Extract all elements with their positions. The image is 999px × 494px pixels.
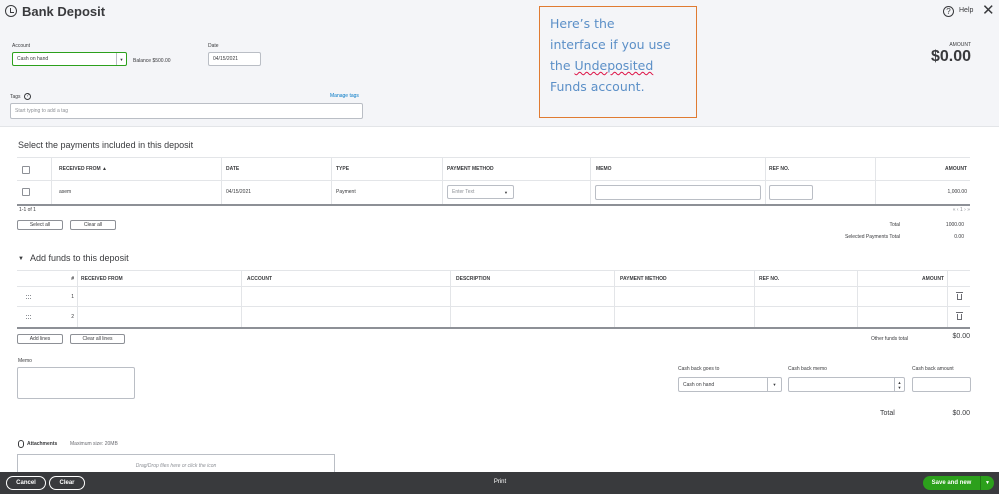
date-field[interactable]: 04/15/2021 — [208, 52, 261, 66]
col-account: ACCOUNT — [247, 276, 272, 282]
drag-handle-icon[interactable] — [26, 315, 31, 319]
cancel-button[interactable]: Cancel — [6, 476, 46, 490]
bottom-total-label: Total — [880, 410, 895, 417]
account-label: Account — [12, 43, 31, 49]
payments-section-title: Select the payments included in this dep… — [18, 140, 194, 150]
manage-tags-link[interactable]: Manage tags — [330, 93, 359, 99]
col-funds-ref-no: REF NO. — [759, 276, 780, 282]
save-and-new-button[interactable]: Save and new — [923, 476, 980, 490]
drag-handle-icon[interactable] — [26, 295, 31, 299]
col-num: # — [71, 276, 74, 282]
col-type: TYPE — [336, 166, 350, 172]
col-ref-no: REF NO. — [769, 166, 790, 172]
selected-total-label: Selected Payments Total — [845, 234, 900, 240]
clear-all-button[interactable]: Clear all — [70, 220, 116, 230]
row-amount: 1,000.00 — [947, 189, 967, 195]
memo-textarea[interactable] — [17, 367, 135, 399]
cash-back-memo-label: Cash back memo — [788, 366, 827, 372]
cash-back-amount-input[interactable] — [912, 377, 971, 392]
chevron-down-icon[interactable]: ▼ — [116, 53, 126, 65]
range-text: 1-1 of 1 — [19, 207, 36, 213]
trash-icon[interactable] — [956, 292, 963, 300]
col-amount: AMOUNT — [945, 166, 967, 172]
ref-no-input[interactable] — [769, 185, 813, 200]
chevron-down-icon[interactable]: ▼ — [767, 378, 781, 391]
tags-input[interactable]: Start typing to add a tag — [10, 103, 363, 119]
note-line-3: the Undeposited — [550, 55, 686, 76]
annotation-note: Here’s the interface if you use the Unde… — [539, 6, 697, 118]
close-icon[interactable]: ✕ — [982, 3, 995, 18]
tags-placeholder: Start typing to add a tag — [15, 108, 69, 114]
clear-all-lines-button[interactable]: Clear all lines — [70, 334, 125, 344]
trash-icon[interactable] — [956, 312, 963, 320]
col-funds-received-from: RECEIVED FROM — [81, 276, 123, 282]
info-icon[interactable]: ? — [24, 93, 31, 100]
row-checkbox[interactable] — [22, 188, 30, 196]
help-icon[interactable]: ? — [943, 6, 954, 17]
received-from-link[interactable]: asem — [59, 189, 71, 195]
stepper-icon[interactable]: ▲ ▼ — [894, 378, 904, 391]
col-funds-payment-method: PAYMENT METHOD — [620, 276, 667, 282]
note-line-4: Funds account. — [550, 79, 645, 94]
paperclip-icon — [18, 440, 24, 448]
amount-value: $0.00 — [930, 48, 971, 65]
memo-input[interactable] — [595, 185, 761, 200]
print-button[interactable]: Print — [480, 479, 520, 485]
date-value: 04/15/2021 — [213, 56, 239, 62]
balance-text: Balance $500.00 — [133, 58, 171, 64]
memo-label: Memo — [18, 358, 32, 364]
row-date: 04/15/2021 — [226, 189, 252, 195]
note-line-3-pre: the — [550, 58, 575, 73]
clear-button[interactable]: Clear — [49, 476, 85, 490]
account-select[interactable]: Cash on hand ▼ — [12, 52, 127, 66]
cash-back-goes-to-select[interactable]: Cash on hand ▼ — [678, 377, 782, 392]
total-label: Total — [889, 222, 900, 228]
date-label: Date — [208, 43, 219, 49]
chevron-down-icon[interactable]: ▼ — [980, 476, 994, 490]
history-icon[interactable] — [5, 5, 17, 17]
account-select-value: Cash on hand — [17, 56, 49, 62]
payment-method-select[interactable]: Enter Text ▼ — [447, 185, 514, 199]
bottom-total-value: $0.00 — [952, 410, 970, 417]
note-line-1: Here’s the — [550, 16, 615, 31]
note-link-text: Undeposited — [574, 58, 654, 73]
cash-back-goes-to-value: Cash on hand — [683, 381, 715, 388]
select-all-checkbox[interactable] — [22, 166, 30, 174]
attachment-dropzone[interactable]: Drag/Drop files here or click the icon — [17, 454, 335, 474]
help-link[interactable]: Help — [959, 7, 973, 14]
select-all-button[interactable]: Select all — [17, 220, 63, 230]
cash-back-goes-to-label: Cash back goes to — [678, 366, 720, 372]
col-payment-method: PAYMENT METHOD — [447, 166, 494, 172]
col-received-from[interactable]: RECEIVED FROM ▲ — [59, 166, 107, 172]
note-line-2: interface if you use — [550, 37, 671, 52]
cash-back-amount-label: Cash back amount — [912, 366, 954, 372]
payment-method-placeholder: Enter Text — [452, 189, 475, 195]
cash-back-memo-input[interactable]: ▲ ▼ — [788, 377, 905, 392]
total-value: 1000.00 — [945, 222, 964, 228]
row-type: Payment — [336, 189, 356, 195]
col-memo: MEMO — [596, 166, 612, 172]
row-num: 1 — [71, 294, 74, 300]
attachments-label: Attachments — [27, 441, 58, 447]
other-funds-total-label: Other funds total — [871, 336, 908, 342]
max-size-text: Maximum size: 20MB — [70, 441, 118, 447]
pager[interactable]: « ‹ 1 › » — [934, 207, 970, 213]
page-title: Bank Deposit — [22, 4, 106, 19]
col-date: DATE — [226, 166, 240, 172]
col-funds-amount: AMOUNT — [922, 276, 944, 282]
selected-total-value: 0.00 — [954, 234, 964, 240]
tags-label: Tags — [10, 94, 21, 100]
collapse-arrow-icon[interactable]: ▼ — [18, 256, 24, 262]
col-description: DESCRIPTION — [456, 276, 491, 282]
row-num: 2 — [71, 314, 74, 320]
add-lines-button[interactable]: Add lines — [17, 334, 63, 344]
other-funds-total-value: $0.00 — [952, 333, 970, 340]
chevron-down-icon[interactable]: ▼ — [499, 186, 513, 198]
funds-section-title: Add funds to this deposit — [30, 253, 129, 263]
